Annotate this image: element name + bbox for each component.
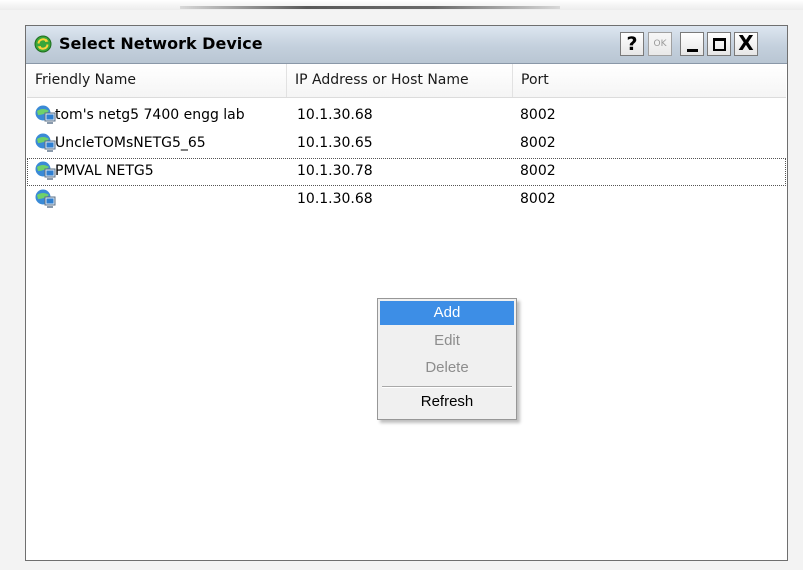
menu-item-edit[interactable]: Edit <box>380 329 514 353</box>
table-header: Friendly Name IP Address or Host Name Po… <box>27 64 786 98</box>
column-header-ip-address[interactable]: IP Address or Host Name <box>287 64 513 97</box>
maximize-button[interactable] <box>707 32 731 56</box>
minimize-button[interactable] <box>680 32 704 56</box>
device-ip-address: 10.1.30.68 <box>297 191 373 207</box>
context-menu: Add Edit Delete Refresh <box>377 298 517 420</box>
menu-item-add[interactable]: Add <box>380 301 514 325</box>
network-computer-icon <box>35 105 56 124</box>
menu-item-refresh[interactable]: Refresh <box>380 390 514 414</box>
device-ip-address: 10.1.30.65 <box>297 135 373 151</box>
title-bar[interactable]: Select Network Device ? OK X <box>26 26 787 64</box>
network-computer-icon <box>35 161 56 180</box>
device-friendly-name: PMVAL NETG5 <box>55 163 154 179</box>
select-network-device-dialog: Select Network Device ? OK X Friendly Na… <box>25 25 788 561</box>
device-port: 8002 <box>520 191 556 207</box>
device-friendly-name: UncleTOMsNETG5_65 <box>55 135 206 151</box>
device-ip-address: 10.1.30.68 <box>297 107 373 123</box>
network-computer-icon <box>35 133 56 152</box>
minimize-icon <box>687 49 698 52</box>
table-row[interactable]: tom's netg5 7400 engg lab 10.1.30.68 800… <box>27 102 786 130</box>
screen-top-edge <box>0 0 803 10</box>
device-port: 8002 <box>520 135 556 151</box>
column-header-friendly-name[interactable]: Friendly Name <box>27 64 287 97</box>
background-window-edge <box>180 6 560 9</box>
device-ip-address: 10.1.30.78 <box>297 163 373 179</box>
help-button[interactable]: ? <box>620 32 644 56</box>
maximize-icon <box>713 38 726 51</box>
device-port: 8002 <box>520 163 556 179</box>
window-title: Select Network Device <box>59 34 263 53</box>
device-list: tom's netg5 7400 engg lab 10.1.30.68 800… <box>27 102 786 214</box>
network-computer-icon <box>35 189 56 208</box>
table-row[interactable]: 10.1.30.68 8002 <box>27 186 786 214</box>
device-friendly-name: tom's netg5 7400 engg lab <box>55 107 245 123</box>
menu-item-delete[interactable]: Delete <box>380 356 514 380</box>
table-row-selected[interactable]: PMVAL NETG5 10.1.30.78 8002 <box>27 158 786 186</box>
table-row[interactable]: UncleTOMsNETG5_65 10.1.30.65 8002 <box>27 130 786 158</box>
network-refresh-icon <box>34 35 52 53</box>
column-header-port[interactable]: Port <box>513 64 786 97</box>
device-port: 8002 <box>520 107 556 123</box>
ok-button[interactable]: OK <box>648 32 672 56</box>
close-button[interactable]: X <box>734 32 758 56</box>
menu-separator <box>382 386 512 388</box>
